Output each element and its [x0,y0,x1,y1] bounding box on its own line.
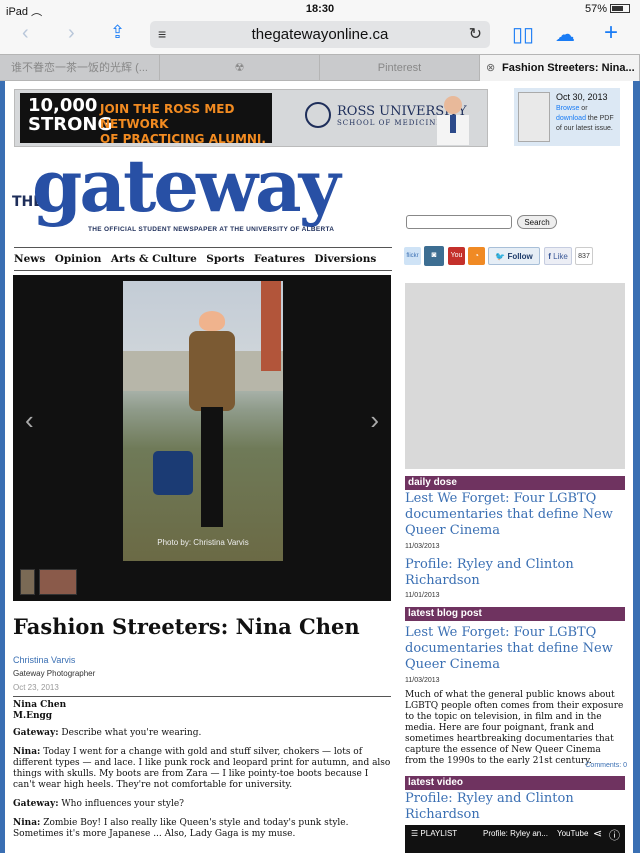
article-date: Oct 23, 2013 [13,683,59,692]
battery-icon [610,4,630,13]
person-figure [153,311,235,541]
tab-active[interactable]: ⊗ Fashion Streeters: Nina... [480,55,640,81]
nav-features[interactable]: Features [254,248,305,270]
nav-sports[interactable]: Sports [206,248,244,270]
article-body: Nina Chen M.Engg Gateway: Describe what y… [13,700,393,848]
photo-credit: Photo by: Christina Varvis [157,538,249,547]
forward-icon[interactable]: › [68,22,75,45]
latest-video-heading: latest video [405,776,625,790]
facebook-icon: f [548,252,551,261]
masthead[interactable]: THE gateway THE OFFICIAL STUDENT NEWSPAP… [12,146,394,240]
university-seal-icon [305,102,331,128]
person-hair [199,311,225,331]
video-player[interactable]: ☰ PLAYLIST Profile: Ryley an... YouTube … [405,825,625,853]
photo-slideshow[interactable]: Photo by: Christina Varvis ‹ › [13,275,391,601]
author-link[interactable]: Christina Varvis [13,655,75,665]
tab-2[interactable]: ☢ [160,55,320,81]
rss-icon[interactable]: ◔ [468,247,485,265]
page-border-right [633,81,640,853]
back-icon[interactable]: ‹ [22,22,29,45]
daily-dose-date-1: 11/03/2013 [405,543,440,550]
youtube-icon[interactable]: You [448,247,465,265]
thumbnail-1[interactable] [20,569,35,595]
twitter-follow-button[interactable]: 🐦 Follow [488,247,540,265]
status-bar: iPad ︵ 18:30 57% [0,0,640,18]
info-icon[interactable]: ⓘ [609,827,620,843]
person-legs [201,407,223,527]
playlist-icon: ☰ [411,829,419,838]
browser-toolbar: ‹ › ⇪ ≡ thegatewayonline.ca ↻ ▯▯ ☁ + [0,18,640,54]
nav-arts-culture[interactable]: Arts & Culture [111,248,197,270]
question-1: Gateway: Describe what you're wearing. [13,728,202,738]
comments-link[interactable]: Comments: 0 [585,762,627,769]
facebook-like-button[interactable]: f Like [544,247,572,265]
twitter-icon: 🐦 [495,252,506,261]
tab-1[interactable]: 谁不眷恋一茶一饭的光辉 (... [0,55,160,81]
latest-video-link[interactable]: Profile: Ryley and Clinton Richardson [405,791,620,823]
next-slide-icon[interactable]: › [370,405,379,436]
daily-dose-heading: daily dose [405,476,625,490]
nav-diversions[interactable]: Diversions [314,248,376,270]
issue-thumbnail[interactable] [518,92,550,142]
answer-1: Nina: Today I went for a change with gol… [13,747,391,790]
ad-banner[interactable]: 10,000 STRONG JOIN THE ROSS MED NETWORK OF… [14,89,488,147]
masthead-tagline: THE OFFICIAL STUDENT NEWSPAPER AT THE UN… [88,226,335,233]
subject-info: Nina Chen M.Engg [13,700,67,721]
close-tab-icon[interactable]: ⊗ [486,55,495,81]
new-tab-icon[interactable]: + [604,19,618,47]
clock: 18:30 [305,3,335,15]
nav-news[interactable]: News [14,248,45,270]
gateway-logo: gateway [32,143,341,228]
article-title: Fashion Streeters: Nina Chen [13,614,360,639]
daily-dose-date-2: 11/01/2013 [405,592,440,599]
ad-black-panel: 10,000 STRONG JOIN THE ROSS MED NETWORK OF… [20,93,272,146]
reload-icon[interactable]: ↻ [469,24,482,44]
tab-bar: 谁不眷恋一茶一饭的光辉 (... ☢ Pinterest ⊗ Fashion St… [0,54,640,81]
latest-blog-heading: latest blog post [405,607,625,621]
slide-photo[interactable]: Photo by: Christina Varvis [123,281,283,561]
ad-headline: JOIN THE ROSS MED NETWORK OF PRACTICING A… [100,102,266,146]
divider [13,696,391,697]
sidebar-ad-placeholder [405,283,625,469]
tab-pinterest[interactable]: Pinterest [320,55,480,81]
video-bar-title[interactable]: Profile: Ryley an... [483,829,548,838]
doctor-image [437,96,469,145]
pdf-issue-promo[interactable]: Oct 30, 2013 Browse or download the PDF … [514,88,620,146]
search-input[interactable] [406,215,512,229]
nav-opinion[interactable]: Opinion [55,248,102,270]
issue-date: Oct 30, 2013 [556,92,608,102]
author-role: Gateway Photographer [13,669,96,678]
url-text[interactable]: thegatewayonline.ca [150,26,490,43]
latest-blog-link[interactable]: Lest We Forget: Four LGBTQ documentaries… [405,625,620,673]
main-nav: News Opinion Arts & Culture Sports Featu… [14,247,392,287]
daily-dose-link-1[interactable]: Lest We Forget: Four LGBTQ documentaries… [405,491,620,539]
like-count: 837 [575,247,593,265]
background-brick-wall [261,281,281,371]
person-coat [189,331,235,411]
person-handbag [153,451,193,495]
instagram-icon[interactable]: ◙ [424,246,444,266]
playlist-button[interactable]: ☰ PLAYLIST [411,829,457,838]
bookmarks-icon[interactable]: ▯▯ [512,22,534,47]
latest-blog-date: 11/03/2013 [405,677,440,684]
question-2: Gateway: Who influences your style? [13,799,184,809]
answer-2: Nina: Zombie Boy! I also really like Que… [13,818,349,839]
battery-indicator: 57% [585,3,630,15]
latest-blog-excerpt: Much of what the general public knows ab… [405,690,624,766]
share-video-icon[interactable]: ⋖ [593,827,602,840]
issue-text: Browse or download the PDF of our latest… [556,105,614,132]
thumbnail-2[interactable] [39,569,77,595]
youtube-label: YouTube [557,829,589,838]
flickr-icon[interactable]: flickr [404,247,421,265]
cloud-tabs-icon[interactable]: ☁ [555,22,575,47]
tab-active-label: Fashion Streeters: Nina... [502,62,635,74]
share-icon[interactable]: ⇪ [110,22,125,43]
page-border-left [0,81,5,853]
browse-link[interactable]: Browse [556,105,579,112]
prev-slide-icon[interactable]: ‹ [25,405,34,436]
daily-dose-link-2[interactable]: Profile: Ryley and Clinton Richardson [405,557,620,589]
download-link[interactable]: download [556,115,586,122]
address-bar[interactable]: ≡ thegatewayonline.ca ↻ [150,21,490,48]
search-button[interactable]: Search [517,215,557,229]
